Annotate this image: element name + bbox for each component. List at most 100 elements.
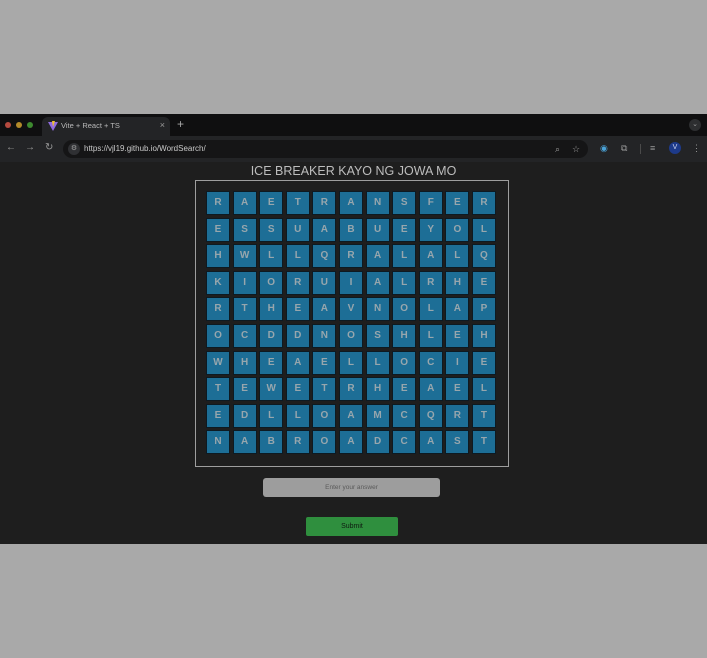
grid-cell[interactable]: B bbox=[259, 430, 284, 455]
grid-cell[interactable]: R bbox=[285, 270, 310, 295]
grid-cell[interactable]: H bbox=[445, 270, 470, 295]
grid-cell[interactable]: L bbox=[392, 244, 417, 269]
grid-cell[interactable]: R bbox=[418, 270, 443, 295]
new-tab-button[interactable]: + bbox=[177, 118, 184, 130]
reading-list-icon[interactable]: ≡ bbox=[650, 142, 655, 154]
grid-cell[interactable]: N bbox=[206, 430, 230, 455]
browser-tab[interactable]: Vite + React + TS × bbox=[42, 117, 170, 136]
forward-arrow-icon[interactable]: → bbox=[25, 142, 35, 154]
grid-cell[interactable]: L bbox=[285, 244, 310, 269]
grid-cell[interactable]: E bbox=[259, 350, 284, 375]
grid-cell[interactable]: S bbox=[232, 217, 257, 242]
grid-cell[interactable]: A bbox=[232, 430, 257, 455]
grid-cell[interactable]: O bbox=[206, 323, 230, 348]
grid-cell[interactable]: P bbox=[471, 297, 496, 322]
grid-cell[interactable]: U bbox=[312, 270, 337, 295]
minimize-window-button[interactable] bbox=[16, 122, 22, 128]
grid-cell[interactable]: O bbox=[392, 297, 417, 322]
grid-cell[interactable]: F bbox=[418, 191, 443, 215]
grid-cell[interactable]: C bbox=[418, 350, 443, 375]
grid-cell[interactable]: S bbox=[445, 430, 470, 455]
grid-cell[interactable]: N bbox=[365, 297, 390, 322]
grid-cell[interactable]: A bbox=[365, 270, 390, 295]
grid-cell[interactable]: I bbox=[445, 350, 470, 375]
grid-cell[interactable]: L bbox=[471, 377, 496, 402]
profile-avatar[interactable]: V bbox=[669, 142, 681, 154]
grid-cell[interactable]: A bbox=[338, 403, 363, 428]
grid-cell[interactable]: O bbox=[259, 270, 284, 295]
grid-cell[interactable]: M bbox=[365, 403, 390, 428]
url-text[interactable]: https://vjl19.github.io/WordSearch/ bbox=[84, 144, 206, 153]
grid-cell[interactable]: W bbox=[259, 377, 284, 402]
grid-cell[interactable]: Q bbox=[418, 403, 443, 428]
grid-cell[interactable]: A bbox=[365, 244, 390, 269]
grid-cell[interactable]: W bbox=[206, 350, 230, 375]
grid-cell[interactable]: V bbox=[338, 297, 363, 322]
grid-cell[interactable]: D bbox=[365, 430, 390, 455]
grid-cell[interactable]: L bbox=[445, 244, 470, 269]
grid-cell[interactable]: S bbox=[259, 217, 284, 242]
grid-cell[interactable]: C bbox=[232, 323, 257, 348]
grid-cell[interactable]: H bbox=[365, 377, 390, 402]
extension-icon[interactable]: ◉ bbox=[600, 142, 608, 154]
grid-cell[interactable]: A bbox=[418, 430, 443, 455]
maximize-window-button[interactable] bbox=[27, 122, 33, 128]
grid-cell[interactable]: R bbox=[312, 191, 337, 215]
grid-cell[interactable]: L bbox=[418, 323, 443, 348]
grid-cell[interactable]: S bbox=[392, 191, 417, 215]
grid-cell[interactable]: O bbox=[312, 403, 337, 428]
grid-cell[interactable]: T bbox=[285, 191, 310, 215]
grid-cell[interactable]: H bbox=[206, 244, 230, 269]
puzzle-icon[interactable]: ⧉ bbox=[621, 142, 627, 154]
grid-cell[interactable]: A bbox=[338, 191, 363, 215]
grid-cell[interactable]: N bbox=[365, 191, 390, 215]
grid-cell[interactable]: T bbox=[471, 430, 496, 455]
submit-button[interactable]: Submit bbox=[306, 517, 398, 536]
grid-cell[interactable]: O bbox=[312, 430, 337, 455]
grid-cell[interactable]: E bbox=[206, 403, 230, 428]
grid-cell[interactable]: C bbox=[392, 430, 417, 455]
grid-cell[interactable]: L bbox=[259, 244, 284, 269]
grid-cell[interactable]: T bbox=[232, 297, 257, 322]
grid-cell[interactable]: R bbox=[338, 377, 363, 402]
grid-cell[interactable]: U bbox=[285, 217, 310, 242]
grid-cell[interactable]: Y bbox=[418, 217, 443, 242]
grid-cell[interactable]: L bbox=[418, 297, 443, 322]
grid-cell[interactable]: A bbox=[338, 430, 363, 455]
grid-cell[interactable]: S bbox=[365, 323, 390, 348]
grid-cell[interactable]: A bbox=[418, 244, 443, 269]
grid-cell[interactable]: E bbox=[206, 217, 230, 242]
grid-cell[interactable]: A bbox=[312, 297, 337, 322]
grid-cell[interactable]: R bbox=[206, 297, 230, 322]
grid-cell[interactable]: L bbox=[259, 403, 284, 428]
grid-cell[interactable]: D bbox=[285, 323, 310, 348]
grid-cell[interactable]: U bbox=[365, 217, 390, 242]
grid-cell[interactable]: E bbox=[285, 377, 310, 402]
grid-cell[interactable]: L bbox=[471, 217, 496, 242]
grid-cell[interactable]: E bbox=[392, 217, 417, 242]
grid-cell[interactable]: D bbox=[259, 323, 284, 348]
grid-cell[interactable]: L bbox=[338, 350, 363, 375]
back-arrow-icon[interactable]: ← bbox=[6, 142, 16, 154]
grid-cell[interactable]: A bbox=[285, 350, 310, 375]
grid-cell[interactable]: H bbox=[471, 323, 496, 348]
grid-cell[interactable]: E bbox=[445, 323, 470, 348]
answer-input[interactable] bbox=[263, 478, 440, 497]
grid-cell[interactable]: R bbox=[285, 430, 310, 455]
grid-cell[interactable]: H bbox=[259, 297, 284, 322]
grid-cell[interactable]: H bbox=[232, 350, 257, 375]
grid-cell[interactable]: E bbox=[232, 377, 257, 402]
grid-cell[interactable]: E bbox=[471, 270, 496, 295]
address-bar[interactable]: ⚙ https://vjl19.github.io/WordSearch/ ⌕ … bbox=[63, 140, 588, 158]
grid-cell[interactable]: D bbox=[232, 403, 257, 428]
grid-cell[interactable]: Q bbox=[312, 244, 337, 269]
grid-cell[interactable]: R bbox=[338, 244, 363, 269]
grid-cell[interactable]: L bbox=[285, 403, 310, 428]
grid-cell[interactable]: O bbox=[445, 217, 470, 242]
grid-cell[interactable]: L bbox=[392, 270, 417, 295]
grid-cell[interactable]: A bbox=[312, 217, 337, 242]
grid-cell[interactable]: E bbox=[471, 350, 496, 375]
grid-cell[interactable]: A bbox=[232, 191, 257, 215]
more-menu-icon[interactable]: ⋮ bbox=[692, 142, 701, 154]
grid-cell[interactable]: E bbox=[285, 297, 310, 322]
